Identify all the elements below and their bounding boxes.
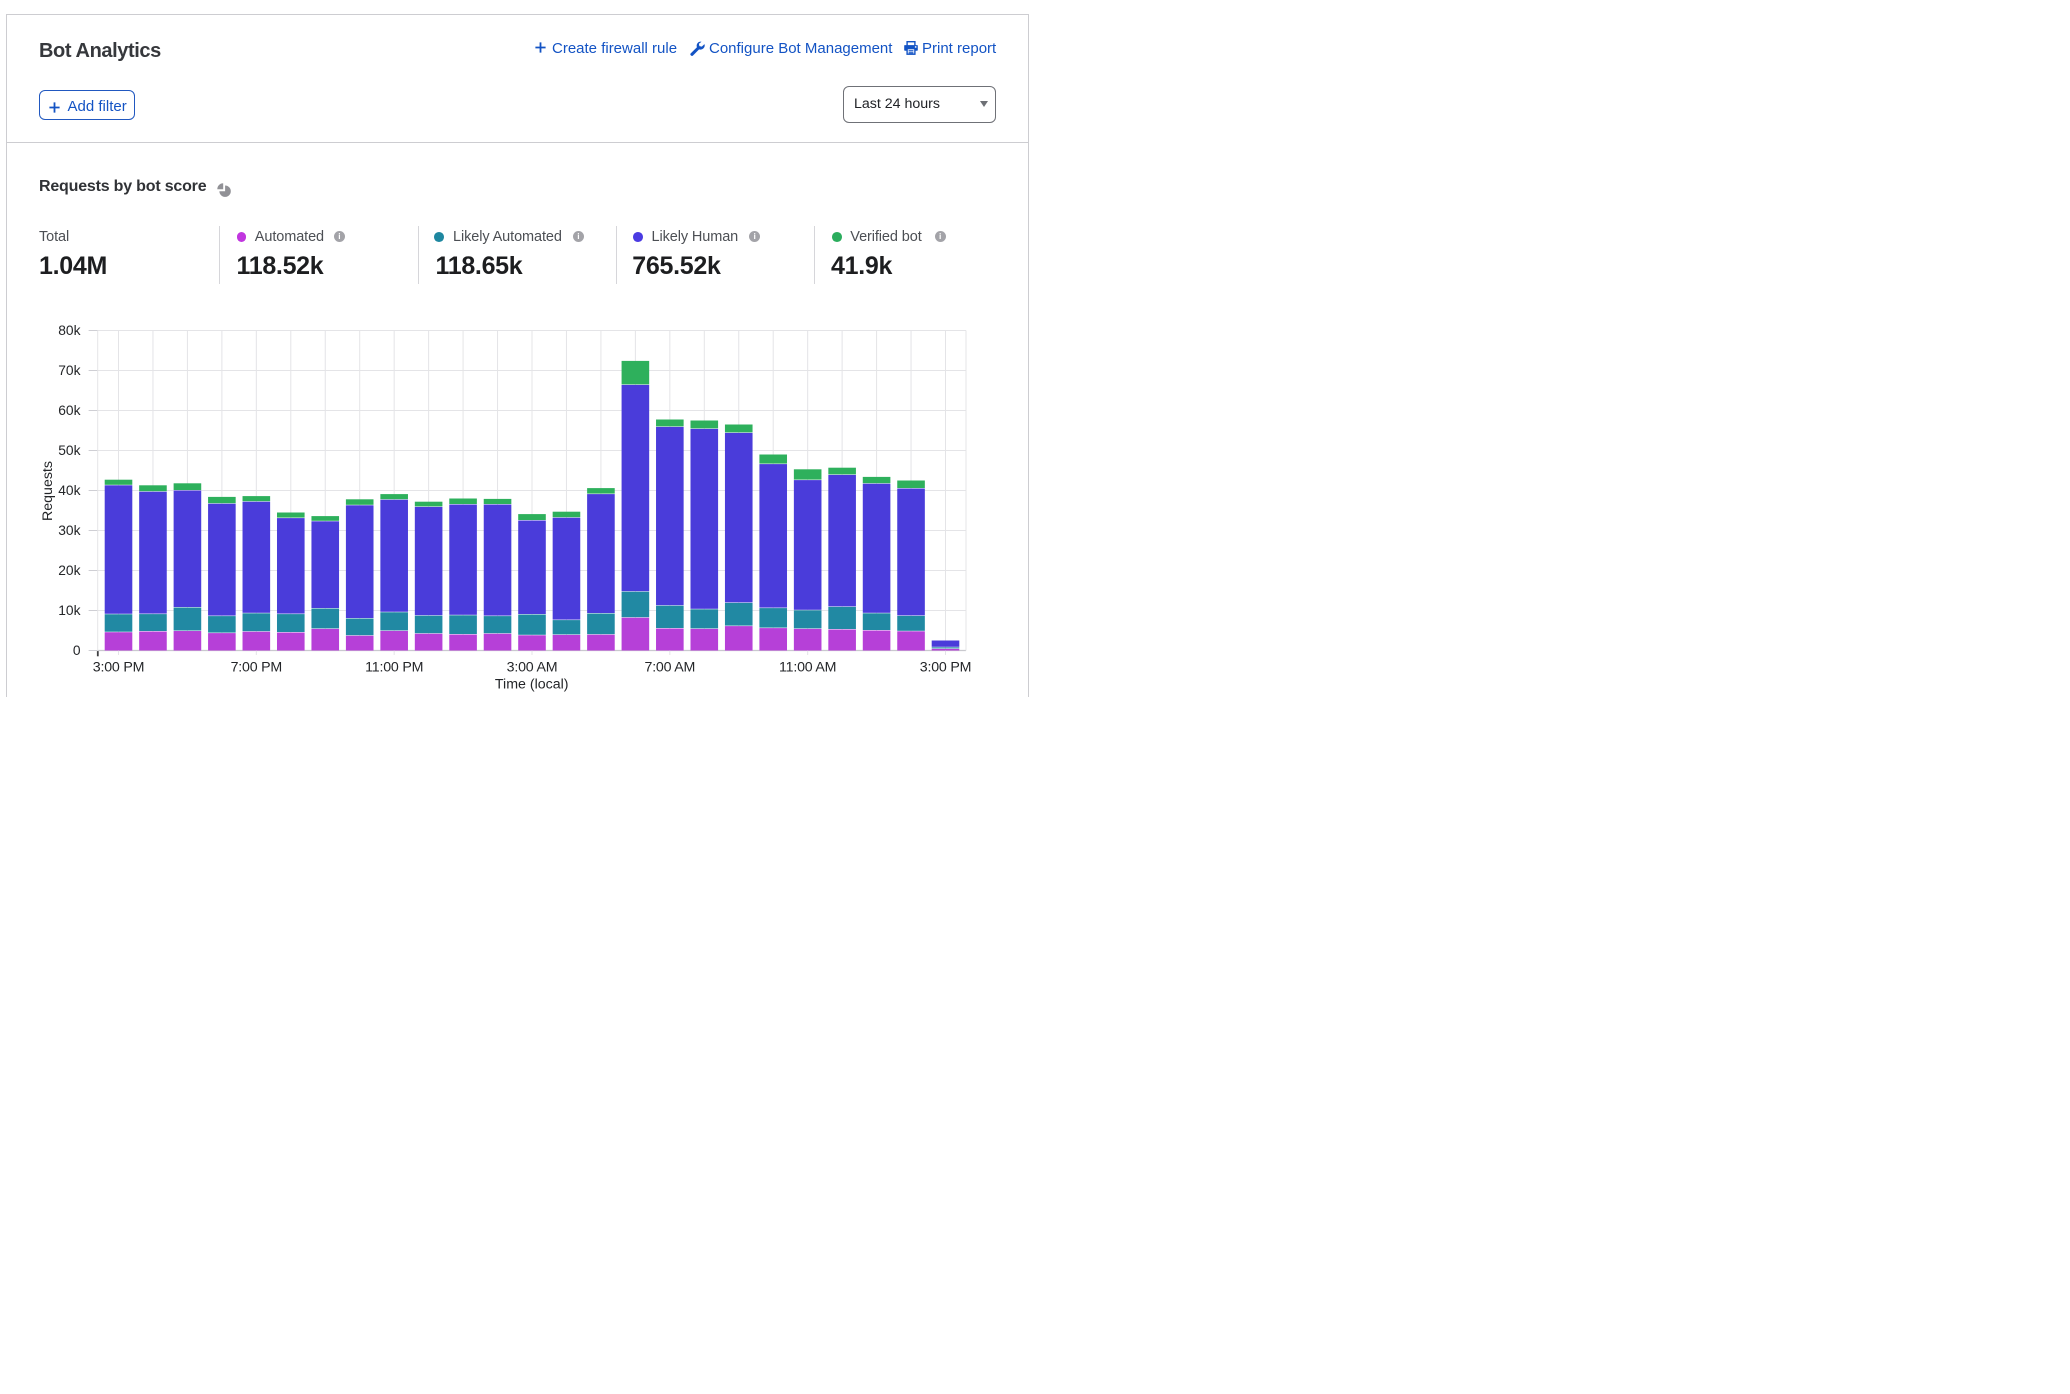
svg-text:40k: 40k [58, 483, 80, 498]
svg-text:30k: 30k [58, 523, 80, 538]
svg-text:3:00 PM: 3:00 PM [93, 660, 144, 676]
svg-text:7:00 PM: 7:00 PM [231, 660, 282, 676]
svg-text:0: 0 [73, 643, 81, 658]
svg-text:11:00 PM: 11:00 PM [365, 660, 423, 676]
svg-text:11:00 AM: 11:00 AM [779, 660, 836, 676]
svg-text:20k: 20k [58, 563, 80, 578]
svg-text:50k: 50k [58, 443, 80, 458]
svg-text:80k: 80k [58, 323, 80, 338]
svg-text:3:00 PM: 3:00 PM [920, 660, 971, 676]
svg-text:3:00 AM: 3:00 AM [507, 660, 558, 676]
svg-text:7:00 AM: 7:00 AM [645, 660, 696, 676]
svg-text:Time (local): Time (local) [495, 677, 569, 693]
svg-text:60k: 60k [58, 403, 80, 418]
svg-text:Requests: Requests [40, 461, 56, 521]
svg-text:70k: 70k [58, 363, 80, 378]
svg-text:10k: 10k [58, 603, 80, 618]
